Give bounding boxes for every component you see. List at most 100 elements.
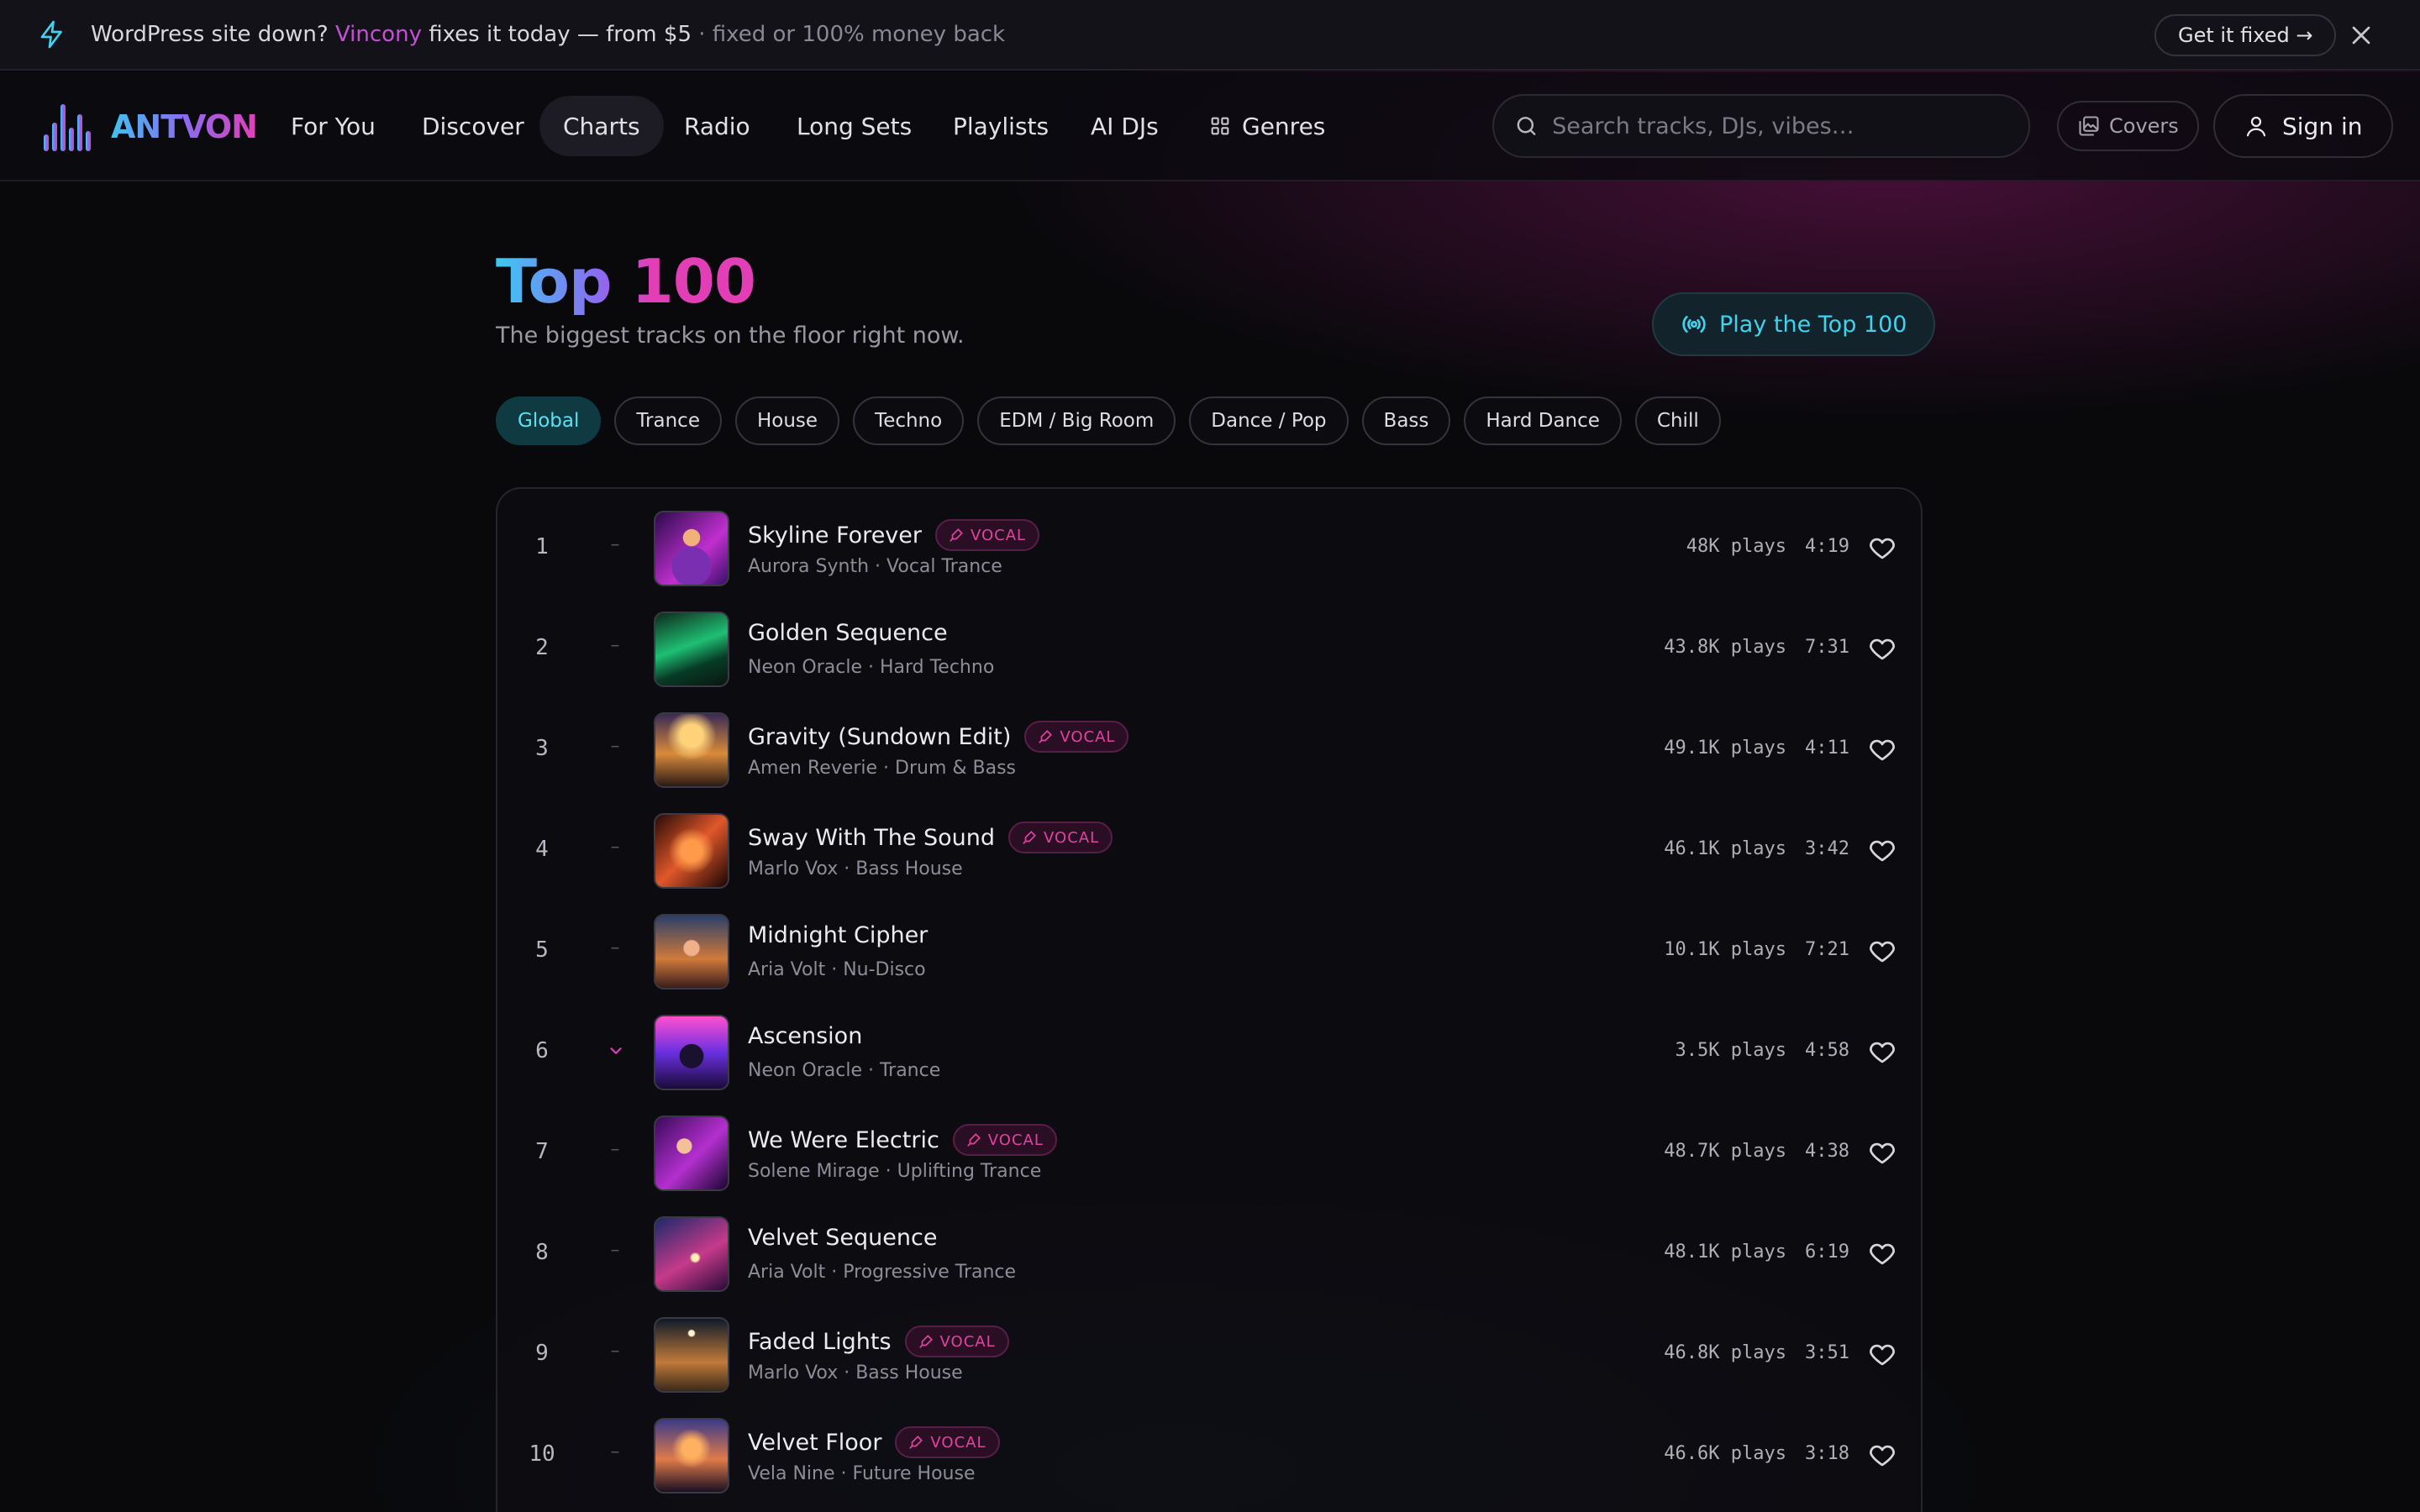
image-gallery-icon — [2079, 116, 2099, 136]
nav-ai-djs[interactable]: AI DJs — [1067, 96, 1182, 156]
nav-genres[interactable]: Genres — [1185, 96, 1349, 156]
nav-charts[interactable]: Charts — [539, 96, 664, 156]
nav-for-you[interactable]: For You — [267, 96, 399, 156]
track-row[interactable]: 1 – Skyline Forever VOCAL Aurora Synth ·… — [497, 499, 1921, 600]
nav-playlists[interactable]: Playlists — [929, 96, 1072, 156]
album-cover[interactable] — [654, 712, 729, 788]
track-title[interactable]: Velvet Floor — [748, 1430, 881, 1456]
track-artist-genre[interactable]: Marlo Vox · Bass House — [748, 858, 963, 879]
vocal-badge-label: VOCAL — [930, 1433, 986, 1452]
track-title[interactable]: Ascension — [748, 1023, 862, 1049]
track-row[interactable]: 4 – Sway With The Sound VOCAL Marlo Vox … — [497, 801, 1921, 902]
rank-change: – — [610, 736, 620, 757]
heart-icon[interactable] — [1867, 1137, 1897, 1168]
logo[interactable]: ANTVON — [42, 101, 258, 153]
heart-icon[interactable] — [1867, 533, 1897, 563]
rank-change-down-icon — [607, 1038, 623, 1065]
heart-icon[interactable] — [1867, 1238, 1897, 1268]
album-cover[interactable] — [654, 511, 729, 586]
promo-prefix: WordPress site down? — [91, 22, 329, 47]
track-title[interactable]: We Were Electric — [748, 1127, 939, 1153]
track-row[interactable]: 10 – Velvet Floor VOCAL Vela Nine · Futu… — [497, 1406, 1921, 1507]
track-title[interactable]: Velvet Sequence — [748, 1225, 937, 1251]
track-title-line: Ascension — [748, 1023, 862, 1049]
heart-icon[interactable] — [1867, 734, 1897, 764]
track-artist-genre[interactable]: Vela Nine · Future House — [748, 1463, 976, 1484]
track-artist-genre[interactable]: Aria Volt · Progressive Trance — [748, 1262, 1016, 1283]
album-cover[interactable] — [654, 1015, 729, 1090]
track-title[interactable]: Sway With The Sound — [748, 825, 995, 851]
heart-icon[interactable] — [1867, 633, 1897, 664]
track-row[interactable]: 2 – Golden Sequence Neon Oracle · Hard T… — [497, 600, 1921, 701]
chart-track-list: 1 – Skyline Forever VOCAL Aurora Synth ·… — [496, 487, 1923, 1512]
user-icon — [2246, 116, 2266, 137]
nav-radio[interactable]: Radio — [660, 96, 774, 156]
vocal-badge: VOCAL — [952, 1124, 1057, 1156]
track-row[interactable]: 8 – Velvet Sequence Aria Volt · Progress… — [497, 1205, 1921, 1305]
heart-icon[interactable] — [1867, 1339, 1897, 1369]
track-artist-genre[interactable]: Amen Reverie · Drum & Bass — [748, 758, 1016, 779]
track-artist-genre[interactable]: Neon Oracle · Trance — [748, 1060, 940, 1081]
track-artist-genre[interactable]: Aria Volt · Nu-Disco — [748, 959, 926, 980]
track-title[interactable]: Midnight Cipher — [748, 922, 928, 948]
album-cover[interactable] — [654, 1116, 729, 1191]
track-duration: 6:19 — [1805, 1242, 1849, 1263]
track-row[interactable]: 6 Ascension Neon Oracle · Trance 3.5K pl… — [497, 1003, 1921, 1104]
track-title[interactable]: Skyline Forever — [748, 522, 922, 549]
promo-suffix: · fixed or 100% money back — [698, 22, 1006, 47]
sign-in-button[interactable]: Sign in — [2213, 94, 2393, 158]
chip-chill[interactable]: Chill — [1634, 396, 1721, 445]
promo-text: WordPress site down? Vincony fixes it to… — [91, 22, 1005, 47]
heart-icon[interactable] — [1867, 936, 1897, 966]
microphone-icon — [967, 1133, 981, 1147]
album-cover[interactable] — [654, 813, 729, 889]
nav-long-sets[interactable]: Long Sets — [773, 96, 935, 156]
vocal-badge-label: VOCAL — [1044, 828, 1100, 847]
chip-edm-big-room[interactable]: EDM / Big Room — [977, 396, 1176, 445]
track-artist-genre[interactable]: Neon Oracle · Hard Techno — [748, 657, 994, 678]
track-row[interactable]: 7 – We Were Electric VOCAL Solene Mirage… — [497, 1104, 1921, 1205]
get-it-fixed-button[interactable]: Get it fixed → — [2154, 14, 2337, 56]
track-rank: 10 — [529, 1441, 555, 1467]
track-artist-genre[interactable]: Marlo Vox · Bass House — [748, 1362, 963, 1383]
rank-change: – — [610, 1441, 620, 1462]
microphone-icon — [909, 1436, 923, 1449]
chip-bass[interactable]: Bass — [1361, 396, 1451, 445]
track-duration: 4:58 — [1805, 1040, 1849, 1061]
album-cover[interactable] — [654, 1418, 729, 1494]
track-plays: 43.8K plays — [1664, 637, 1786, 658]
track-rank: 1 — [535, 534, 549, 559]
track-artist-genre[interactable]: Aurora Synth · Vocal Trance — [748, 556, 1002, 577]
track-row[interactable]: 5 – Midnight Cipher Aria Volt · Nu-Disco… — [497, 902, 1921, 1003]
track-title-line: Velvet Floor VOCAL — [748, 1426, 1000, 1458]
promo-brand-link[interactable]: Vincony — [335, 22, 422, 47]
track-title-line: Faded Lights VOCAL — [748, 1326, 1009, 1357]
track-title[interactable]: Faded Lights — [748, 1329, 892, 1355]
chip-trance[interactable]: Trance — [614, 396, 722, 445]
track-title[interactable]: Gravity (Sundown Edit) — [748, 724, 1011, 750]
album-cover[interactable] — [654, 914, 729, 990]
heart-icon[interactable] — [1867, 1440, 1897, 1470]
nav-discover[interactable]: Discover — [398, 96, 548, 156]
track-title[interactable]: Golden Sequence — [748, 620, 948, 646]
close-icon[interactable] — [2346, 20, 2376, 50]
play-top-100-button[interactable]: Play the Top 100 — [1652, 292, 1936, 356]
search-box[interactable] — [1492, 94, 2030, 158]
track-rank: 3 — [535, 736, 549, 761]
chip-techno[interactable]: Techno — [853, 396, 965, 445]
chip-dance-pop[interactable]: Dance / Pop — [1189, 396, 1349, 445]
album-cover[interactable] — [654, 1317, 729, 1393]
chip-house[interactable]: House — [734, 396, 840, 445]
track-row[interactable]: 3 – Gravity (Sundown Edit) VOCAL Amen Re… — [497, 701, 1921, 801]
track-rank: 9 — [535, 1341, 549, 1366]
chip-hard-dance[interactable]: Hard Dance — [1464, 396, 1622, 445]
album-cover[interactable] — [654, 612, 729, 687]
track-row[interactable]: 9 – Faded Lights VOCAL Marlo Vox · Bass … — [497, 1305, 1921, 1406]
album-cover[interactable] — [654, 1216, 729, 1292]
search-input[interactable] — [1552, 113, 2008, 139]
chip-global[interactable]: Global — [496, 396, 602, 445]
heart-icon[interactable] — [1867, 835, 1897, 865]
track-artist-genre[interactable]: Solene Mirage · Uplifting Trance — [748, 1161, 1041, 1182]
heart-icon[interactable] — [1867, 1037, 1897, 1067]
covers-toggle-button[interactable]: Covers — [2057, 101, 2199, 151]
